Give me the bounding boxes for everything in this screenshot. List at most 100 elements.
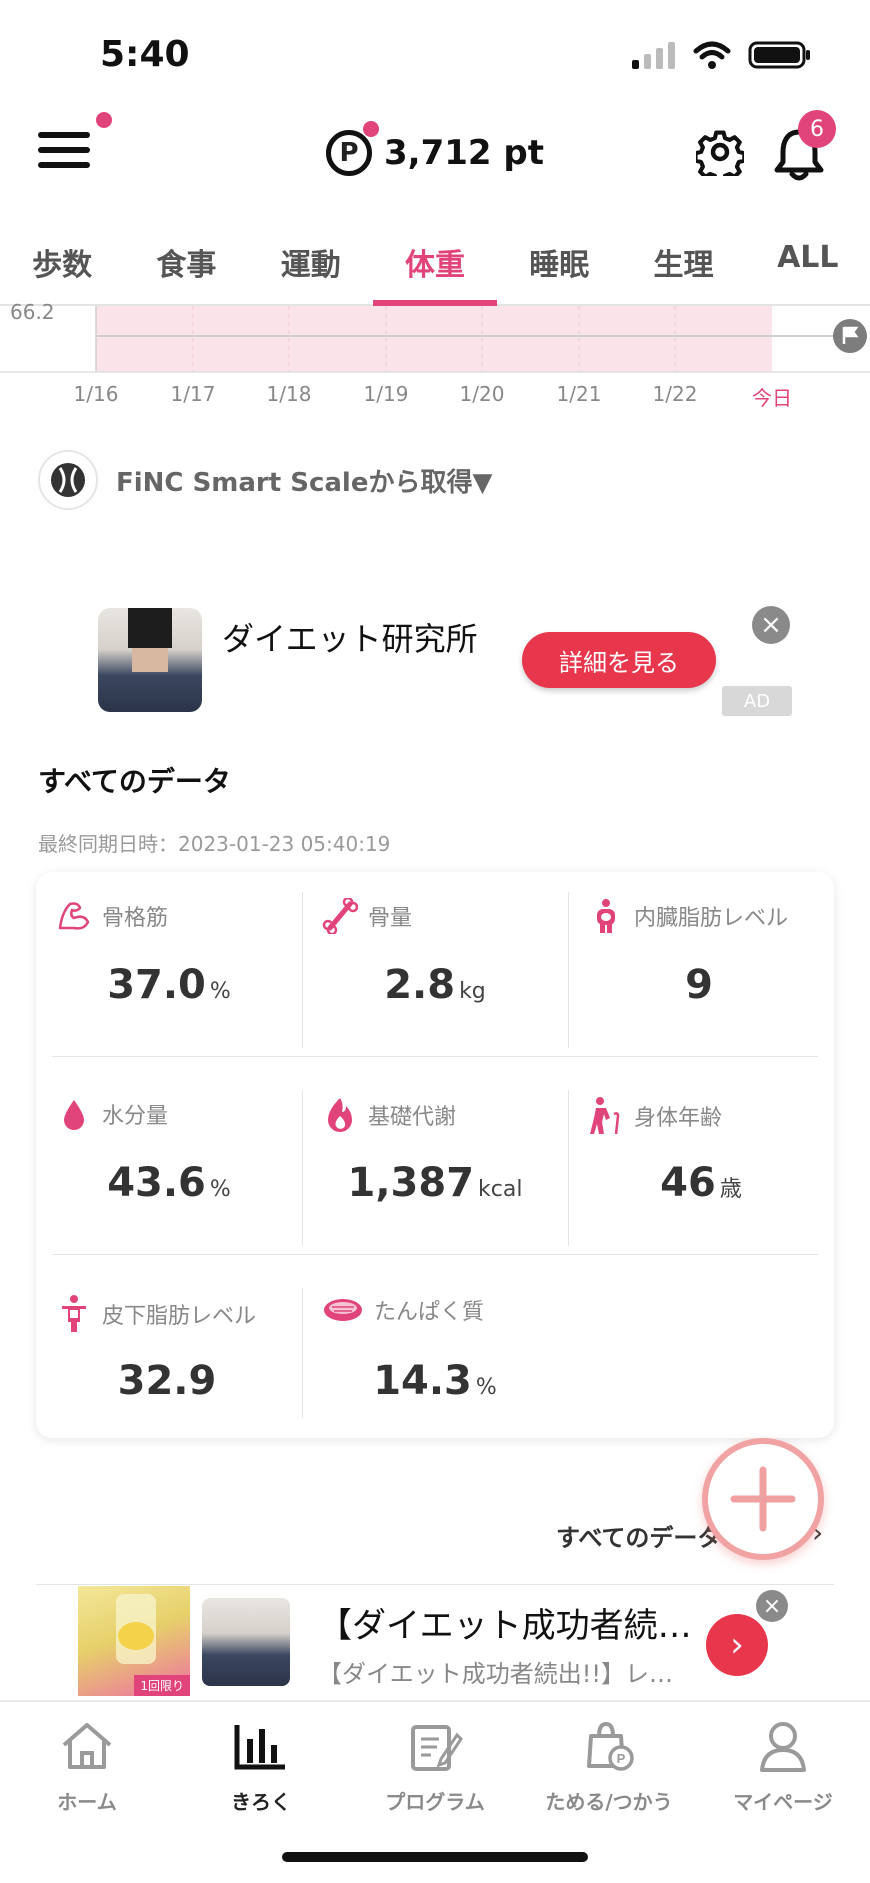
bottom-ad-subtitle[interactable]: 【ダイエット成功者続出!!】レ… [318, 1654, 698, 1689]
divider [302, 892, 303, 1048]
data-source-selector[interactable]: FiNC Smart Scaleから取得▼ [38, 450, 492, 510]
nav-label: きろく [231, 1790, 291, 1814]
home-icon [62, 1723, 112, 1769]
divider [302, 1288, 303, 1418]
metric-value: 37.0 [107, 962, 206, 1008]
metric-value: 1,387 [347, 1160, 475, 1206]
metric-body-age[interactable]: 身体年齢 46 歳 [568, 1070, 834, 1268]
menu-notification-dot [96, 112, 112, 128]
person-icon [760, 1722, 806, 1772]
metric-name: 水分量 [102, 1104, 169, 1129]
nav-mypage[interactable]: マイページ [696, 1716, 870, 1815]
water-drop-icon [64, 1100, 84, 1130]
ad-close-button[interactable]: × [752, 606, 790, 644]
plus-icon [730, 1466, 796, 1532]
x-tick-label: 1/19 [363, 382, 409, 406]
x-tick-label: 1/21 [556, 382, 602, 406]
metric-visceral-fat[interactable]: 内臓脂肪レベル 9 [568, 872, 834, 1070]
cellular-signal-icon [632, 42, 675, 69]
x-tick-label: 1/17 [170, 382, 216, 406]
see-all-data-link[interactable]: すべてのデータ [556, 1518, 721, 1553]
body-fat-icon [62, 1295, 86, 1332]
metric-unit: 歳 [719, 1177, 742, 1202]
status-icons [630, 40, 812, 70]
wifi-icon [693, 41, 731, 69]
notification-badge: 6 [798, 110, 836, 148]
bottom-ad-close-button[interactable]: × [756, 1590, 788, 1622]
flame-icon [328, 1098, 352, 1132]
tab-meals[interactable]: 食事 [124, 226, 248, 304]
metric-bone-mass[interactable]: 骨量 2.8 kg [302, 872, 568, 1070]
bottom-ad-image[interactable]: 1回限り [78, 1586, 190, 1696]
nav-label: マイページ [733, 1790, 833, 1814]
metric-basal-metabolism[interactable]: 基礎代謝 1,387 kcal [302, 1070, 568, 1268]
bottom-ad-image-tag: 1回限り [134, 1675, 190, 1696]
nav-label: ためる/つかう [545, 1790, 673, 1814]
metric-water[interactable]: 水分量 43.6% [36, 1070, 302, 1268]
x-tick-label-today: 今日 [752, 386, 792, 410]
nav-points[interactable]: P ためる/つかう [522, 1716, 696, 1815]
tab-exercise[interactable]: 運動 [249, 226, 373, 304]
divider [36, 1584, 834, 1585]
points-value: 3,712 pt [384, 133, 544, 173]
divider [568, 1090, 569, 1246]
metric-skeletal-muscle[interactable]: 骨格筋 37.0% [36, 872, 302, 1070]
bottom-ad-go-button[interactable]: › [706, 1614, 768, 1676]
points-icon: P [326, 121, 379, 176]
nav-program[interactable]: プログラム [348, 1716, 522, 1815]
divider [52, 1056, 818, 1057]
tab-period[interactable]: 生理 [621, 226, 745, 304]
nav-records[interactable]: きろく [174, 1716, 348, 1815]
bone-icon [322, 898, 358, 934]
svg-text:P: P [617, 1751, 626, 1766]
divider [568, 892, 569, 1048]
home-indicator[interactable] [282, 1852, 588, 1862]
program-icon [411, 1725, 463, 1771]
metric-unit: kcal [478, 1177, 523, 1202]
battery-icon [748, 41, 810, 69]
x-tick-label: 1/20 [459, 382, 505, 406]
all-data-title: すべてのデータ [38, 765, 231, 798]
metric-name: 骨量 [368, 906, 413, 931]
divider [52, 1254, 818, 1255]
metric-unit: kg [459, 979, 486, 1004]
ad-badge: AD [722, 686, 792, 716]
metric-name: 皮下脂肪レベル [102, 1304, 257, 1329]
metric-value: 43.6 [107, 1160, 206, 1206]
tab-weight[interactable]: 体重 [372, 226, 498, 306]
bottom-ad-thumbnail[interactable] [202, 1598, 290, 1686]
metric-value: 46 [660, 1160, 716, 1206]
metric-name: 身体年齢 [634, 1106, 723, 1131]
tab-all[interactable]: ALL [746, 226, 870, 304]
nav-label: プログラム [385, 1790, 485, 1814]
status-time: 5:40 [100, 34, 190, 75]
ad-details-button[interactable]: 詳細を見る [522, 632, 716, 688]
muscle-icon [58, 902, 90, 930]
body-metrics-card: 骨格筋 37.0% 骨量 2.8 kg 内臓脂肪レベル 9 水分量 43.6% 基… [36, 872, 834, 1438]
points-notification-dot [363, 121, 379, 137]
nav-home[interactable]: ホーム [0, 1716, 174, 1815]
x-tick-label: 1/18 [266, 382, 312, 406]
ad-title[interactable]: ダイエット研究所 [222, 614, 478, 660]
metric-unit: % [209, 979, 231, 1004]
tab-sleep[interactable]: 睡眠 [497, 226, 621, 304]
ad-thumbnail[interactable] [98, 608, 202, 712]
metric-subcutaneous-fat[interactable]: 皮下脂肪レベル 32.9 [36, 1268, 302, 1466]
metric-name: 基礎代謝 [368, 1105, 457, 1130]
points-icon-letter: P [339, 138, 359, 168]
metric-name: たんぱく質 [374, 1300, 485, 1325]
nav-label: ホーム [57, 1790, 117, 1814]
chart-y-label: 66.2 [10, 300, 55, 324]
gear-icon[interactable] [696, 128, 744, 176]
metric-name: 骨格筋 [102, 906, 169, 931]
tab-steps[interactable]: 歩数 [0, 226, 124, 304]
add-record-button[interactable] [702, 1438, 824, 1560]
metric-value: 32.9 [117, 1358, 217, 1404]
elderly-icon [590, 1097, 620, 1135]
chart-x-axis: 1/16 1/17 1/18 1/19 1/20 1/21 1/22 今日 [0, 382, 870, 412]
metric-value: 9 [685, 962, 713, 1008]
metric-name: 内臓脂肪レベル [634, 906, 789, 931]
bottom-ad-title[interactable]: 【ダイエット成功者続… [318, 1598, 698, 1647]
metric-protein[interactable]: たんぱく質 14.3% [302, 1268, 568, 1466]
data-source-label: FiNC Smart Scaleから取得▼ [116, 467, 493, 498]
